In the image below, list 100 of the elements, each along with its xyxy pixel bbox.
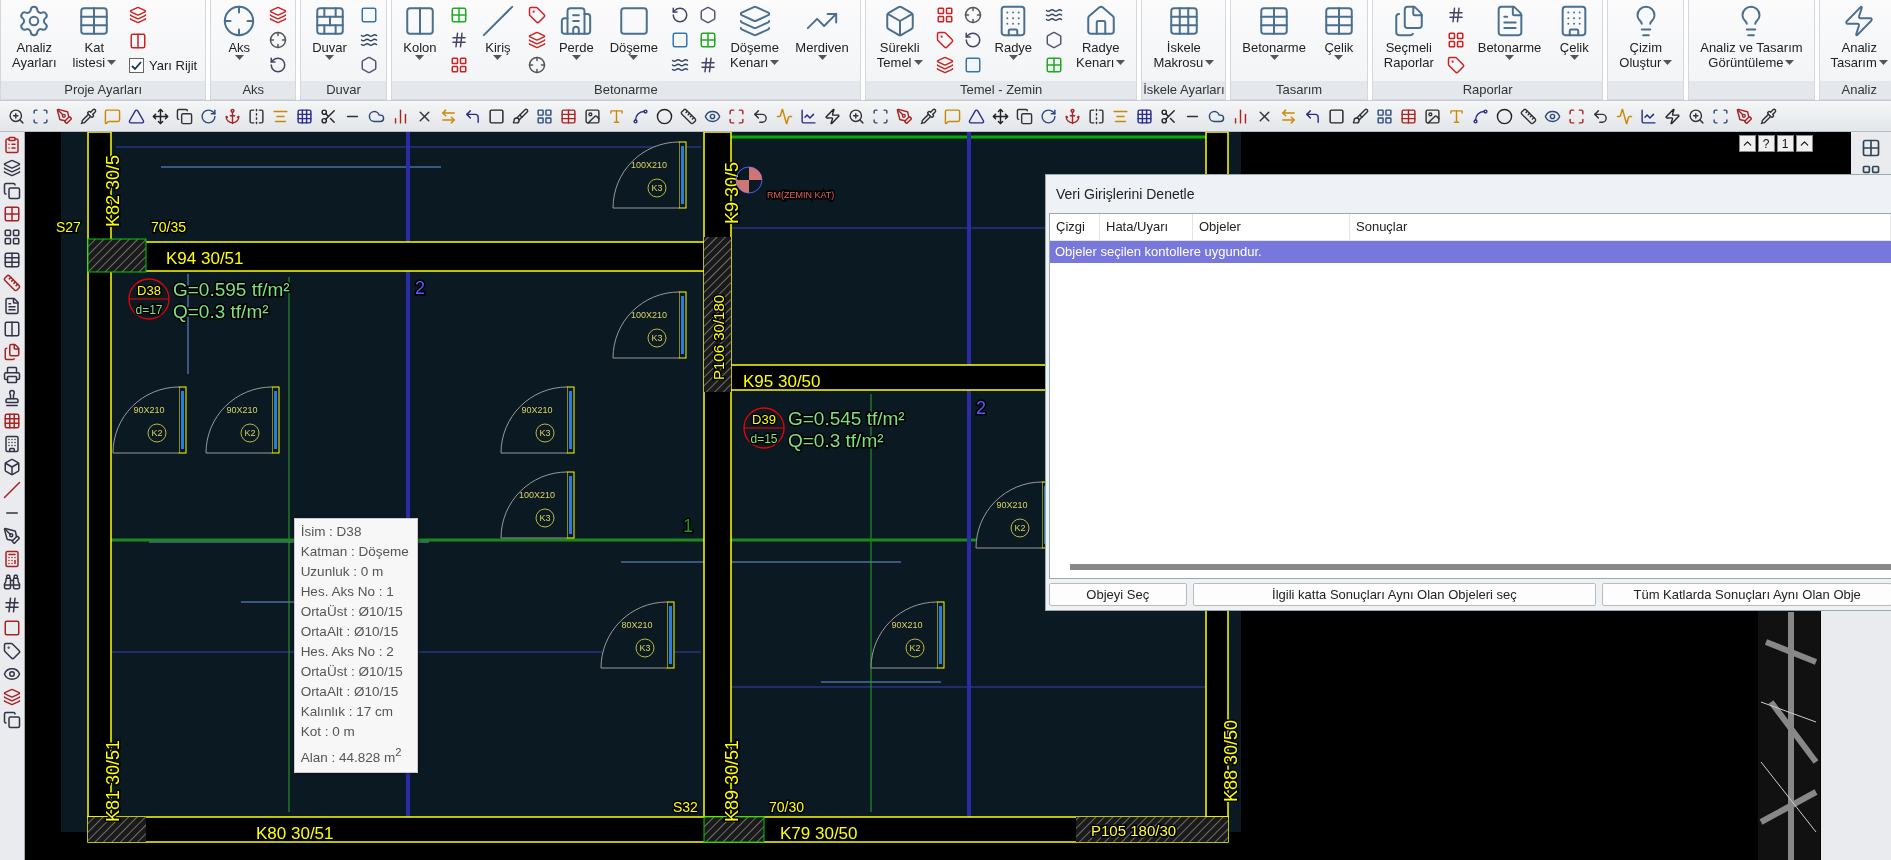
ribbon-button[interactable]: Seçmeli Raporlar xyxy=(1380,0,1437,81)
tag-icon[interactable] xyxy=(935,30,954,49)
layers-icon[interactable] xyxy=(2,688,21,706)
ribbon-button[interactable]: İskele Makrosu xyxy=(1150,0,1218,81)
stamp-icon[interactable] xyxy=(2,389,21,407)
grid-icon[interactable] xyxy=(1446,30,1465,49)
pen-icon[interactable] xyxy=(1734,106,1754,126)
trim-icon[interactable] xyxy=(318,106,338,126)
zoom-in-icon[interactable] xyxy=(1686,106,1706,126)
lightning-icon[interactable] xyxy=(822,106,842,126)
box-icon[interactable] xyxy=(2,458,21,476)
zoom-window-icon[interactable] xyxy=(870,106,890,126)
ribbon-button[interactable]: Analiz Tasarım xyxy=(1827,0,1891,81)
crosshair-icon[interactable] xyxy=(527,55,546,74)
trim-icon[interactable] xyxy=(1158,106,1178,126)
building-icon[interactable] xyxy=(2,435,21,453)
grid-icon[interactable] xyxy=(294,106,314,126)
ribbon-button[interactable]: Analiz Ayarları xyxy=(9,0,60,81)
scrollbar[interactable] xyxy=(1070,564,1891,570)
pen-icon[interactable] xyxy=(54,106,74,126)
brush-icon[interactable] xyxy=(1350,106,1370,126)
brush-icon[interactable] xyxy=(510,106,530,126)
grid-icon[interactable] xyxy=(2,228,21,246)
copy-icon[interactable] xyxy=(2,711,21,729)
copy-icon[interactable] xyxy=(174,106,194,126)
dialog-button[interactable]: Tüm Katlarda Sonuçları Aynı Olan Obje xyxy=(1602,583,1891,606)
table-icon[interactable] xyxy=(2,251,21,269)
hexagon-icon[interactable] xyxy=(699,5,718,24)
grid-icon[interactable] xyxy=(2,412,21,430)
rotate-icon[interactable] xyxy=(1038,106,1058,126)
zoom-in-icon[interactable] xyxy=(6,106,26,126)
ribbon-button[interactable]: Betonarme xyxy=(1239,0,1309,81)
ruler-icon[interactable] xyxy=(678,106,698,126)
frame-icon[interactable] xyxy=(1566,106,1586,126)
image-icon[interactable] xyxy=(1422,106,1442,126)
rotate-icon[interactable] xyxy=(198,106,218,126)
square-icon[interactable] xyxy=(671,30,690,49)
documents-icon[interactable] xyxy=(2,343,21,361)
binoculars-icon[interactable] xyxy=(2,573,21,591)
hash-icon[interactable] xyxy=(1446,5,1465,24)
rectangle-icon[interactable] xyxy=(1326,106,1346,126)
circle-icon[interactable] xyxy=(1494,106,1514,126)
rotate-icon[interactable] xyxy=(963,30,982,49)
tag-icon[interactable] xyxy=(2,642,21,660)
move-icon[interactable] xyxy=(150,106,170,126)
rigid-checkbox[interactable]: Yarı Rijit xyxy=(129,58,198,73)
column-header[interactable]: Çizgi xyxy=(1050,214,1100,240)
mirror-icon[interactable] xyxy=(1086,106,1106,126)
move-icon[interactable] xyxy=(990,106,1010,126)
square-icon[interactable] xyxy=(2,619,21,637)
layers-icon[interactable] xyxy=(269,5,288,24)
ribbon-button[interactable]: Aks xyxy=(219,0,260,81)
column-header[interactable]: Sonuçlar xyxy=(1350,214,1891,240)
calculator-icon[interactable] xyxy=(2,550,21,568)
ribbon-button[interactable]: Radye Kenarı xyxy=(1073,0,1129,81)
layers-icon[interactable] xyxy=(935,55,954,74)
grid-icon[interactable] xyxy=(1374,106,1394,126)
ribbon-button[interactable]: Kat listesi xyxy=(69,0,120,81)
view-up-button[interactable] xyxy=(1738,135,1756,152)
ribbon-button[interactable]: Analiz ve Tasarım Görüntüleme xyxy=(1697,0,1806,81)
list-icon[interactable] xyxy=(2,136,21,154)
zoom-in-icon[interactable] xyxy=(846,106,866,126)
triangle-icon[interactable] xyxy=(966,106,986,126)
ribbon-button[interactable]: Çizim Oluştur xyxy=(1616,0,1676,81)
hexagon-icon[interactable] xyxy=(1045,30,1064,49)
ribbon-button[interactable]: Kolon xyxy=(399,0,440,81)
grid-icon[interactable] xyxy=(935,5,954,24)
rotate-icon[interactable] xyxy=(671,5,690,24)
grid-icon[interactable] xyxy=(2,205,21,223)
pen-icon[interactable] xyxy=(894,106,914,126)
grid-icon[interactable] xyxy=(1860,138,1881,158)
layers-icon[interactable] xyxy=(2,159,21,177)
rotate-icon[interactable] xyxy=(269,55,288,74)
hash-icon[interactable] xyxy=(699,55,718,74)
ribbon-button[interactable]: Duvar xyxy=(309,0,350,81)
hash-icon[interactable] xyxy=(2,596,21,614)
view-button[interactable]: 1 xyxy=(1776,135,1794,152)
ribbon-button[interactable]: Döşeme xyxy=(606,0,662,81)
circle-icon[interactable] xyxy=(654,106,674,126)
ribbon-button[interactable]: Merdiven xyxy=(792,0,852,81)
ruler-icon[interactable] xyxy=(1518,106,1538,126)
grid-icon[interactable] xyxy=(449,55,468,74)
zoom-window-icon[interactable] xyxy=(30,106,50,126)
rectangle-icon[interactable] xyxy=(486,106,506,126)
zoom-window-icon[interactable] xyxy=(1710,106,1730,126)
ribbon-button[interactable]: Kiriş xyxy=(477,0,518,81)
result-row[interactable]: Objeler seçilen kontollere uygundur. xyxy=(1050,241,1891,263)
crosshair-icon[interactable] xyxy=(963,5,982,24)
view-up-button[interactable] xyxy=(1795,135,1813,152)
layers-icon[interactable] xyxy=(527,30,546,49)
eye-icon[interactable] xyxy=(2,665,21,683)
ribbon-button[interactable]: Döşeme Kenarı xyxy=(727,0,783,81)
line-icon[interactable] xyxy=(2,481,21,499)
dialog-button[interactable]: İlgili katta Sonuçları Aynı Olan Objeleri seç xyxy=(1192,583,1597,606)
pipette-icon[interactable] xyxy=(918,106,938,126)
frame-icon[interactable] xyxy=(726,106,746,126)
dialog-button[interactable]: Objeyi Seç xyxy=(1049,583,1187,606)
ribbon-button[interactable]: Çelik xyxy=(1318,0,1359,81)
ruler-icon[interactable] xyxy=(2,274,21,292)
anchor-icon[interactable] xyxy=(222,106,242,126)
